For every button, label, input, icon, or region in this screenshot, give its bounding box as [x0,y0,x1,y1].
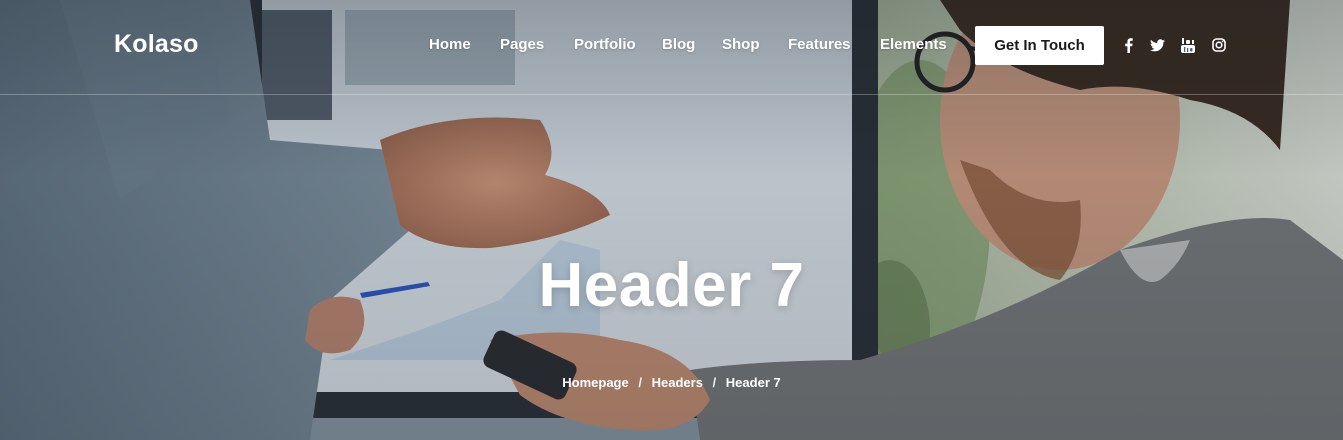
breadcrumb: Homepage / Headers / Header 7 [0,374,1343,390]
brand-logo[interactable]: Kolaso [114,30,199,59]
breadcrumb-current: Header 7 [725,375,781,391]
nav-item-shop[interactable]: Shop [722,36,760,53]
nav-item-portfolio[interactable]: Portfolio [574,36,636,53]
instagram-icon[interactable] [1211,37,1227,53]
hero-section: Kolaso Home Pages Portfolio Blog Shop Fe… [0,0,1343,440]
youtube-icon[interactable] [1180,37,1196,53]
breadcrumb-headers[interactable]: Headers [652,375,703,390]
page-title: Header 7 [538,251,805,320]
nav-item-features[interactable]: Features [788,36,851,53]
nav-item-blog[interactable]: Blog [662,36,695,53]
breadcrumb-separator: / [712,375,717,391]
nav-item-elements[interactable]: Elements [880,36,947,53]
site-header: Kolaso Home Pages Portfolio Blog Shop Fe… [0,0,1343,95]
get-in-touch-button[interactable]: Get In Touch [975,26,1104,65]
nav-item-home[interactable]: Home [429,36,471,53]
breadcrumb-separator: / [638,375,642,391]
nav-item-pages[interactable]: Pages [500,36,544,53]
breadcrumb-homepage[interactable]: Homepage [562,375,628,390]
twitter-icon[interactable] [1149,37,1165,53]
facebook-icon[interactable] [1120,37,1136,53]
